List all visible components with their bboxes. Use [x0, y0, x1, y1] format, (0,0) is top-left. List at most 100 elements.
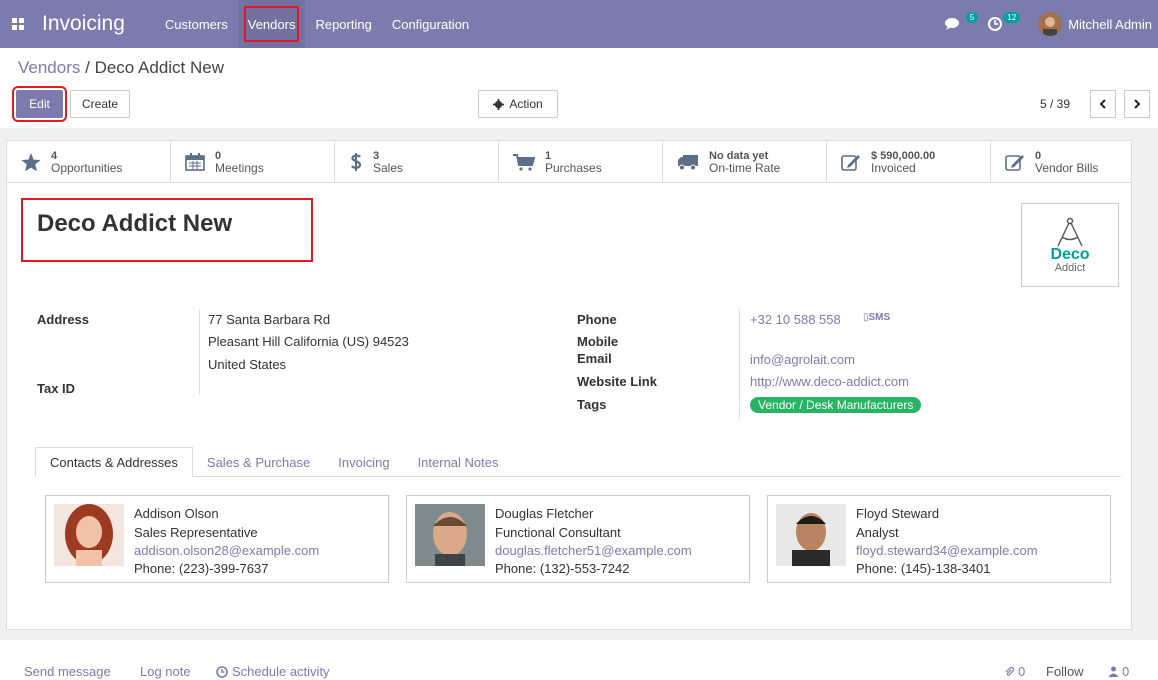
tax-id-label: Tax ID: [37, 381, 76, 396]
attachments-count: 0: [1018, 664, 1026, 679]
app-brand[interactable]: Invoicing: [42, 12, 125, 36]
send-message-button[interactable]: Send message: [24, 664, 111, 679]
activities-badge: 12: [1003, 12, 1021, 23]
contact-function: Analyst: [856, 525, 899, 540]
address-label: Address: [37, 312, 90, 327]
contact-phone: Phone: (132)-553-7242: [495, 561, 630, 576]
pager-value[interactable]: 5 / 39: [1040, 97, 1070, 111]
stat-invoiced[interactable]: $ 590,000.00 Invoiced: [827, 141, 991, 183]
stat-vendor-bills[interactable]: 0 Vendor Bills: [991, 141, 1131, 183]
contact-name: Douglas Fletcher: [495, 506, 594, 521]
tab-invoicing[interactable]: Invoicing: [324, 447, 403, 477]
action-button[interactable]: Action: [478, 90, 558, 118]
website-value[interactable]: http://www.deco-addict.com: [750, 374, 909, 389]
contact-name: Addison Olson: [134, 506, 219, 521]
chat-icon: [945, 18, 960, 30]
contact-email[interactable]: douglas.fletcher51@example.com: [495, 543, 692, 558]
smart-buttons: 4 Opportunities 0 Meetings 3 Sales 1 Purchas…: [7, 141, 1131, 183]
tab-sales-purchase[interactable]: Sales & Purchase: [193, 447, 324, 477]
notebook-tabs: Contacts & Addresses Sales & Purchase In…: [35, 447, 1121, 477]
menu-customers[interactable]: Customers: [155, 0, 238, 48]
contact-card[interactable]: Addison Olson Sales Representative addis…: [45, 495, 389, 583]
breadcrumb-vendors[interactable]: Vendors: [18, 58, 80, 77]
stat-label: Sales: [373, 161, 404, 175]
stat-sales[interactable]: 3 Sales: [335, 141, 499, 183]
user-name[interactable]: Mitchell Admin: [1068, 17, 1152, 32]
activities-button[interactable]: 12: [978, 0, 1021, 48]
apps-menu-icon[interactable]: [0, 0, 36, 48]
tab-contacts-addresses[interactable]: Contacts & Addresses: [35, 447, 193, 477]
followers-count: 0: [1122, 664, 1130, 679]
contact-photo: [415, 504, 485, 566]
field-divider: [739, 309, 740, 419]
schedule-activity-button[interactable]: Schedule activity: [216, 664, 330, 679]
compass-icon: [1057, 217, 1083, 246]
menu-reporting[interactable]: Reporting: [305, 0, 381, 48]
contact-email[interactable]: floyd.steward34@example.com: [856, 543, 1038, 558]
gear-icon: [493, 98, 505, 110]
breadcrumb-current: Deco Addict New: [94, 58, 225, 77]
contact-card[interactable]: Floyd Steward Analyst floyd.steward34@ex…: [767, 495, 1111, 583]
tags-label: Tags: [577, 397, 607, 412]
star-icon: [21, 152, 41, 171]
website-label: Website Link: [577, 374, 657, 389]
tab-internal-notes[interactable]: Internal Notes: [404, 447, 513, 477]
logo-text-addict: Addict: [1054, 261, 1086, 274]
stat-label: Meetings: [215, 161, 264, 175]
record-title: Deco Addict New: [21, 198, 313, 262]
tag-vendor-desk-manufacturers[interactable]: Vendor / Desk Manufacturers: [750, 397, 922, 413]
stat-opportunities[interactable]: 4 Opportunities: [7, 141, 171, 183]
action-label: Action: [509, 97, 543, 111]
email-value[interactable]: info@agrolait.com: [750, 352, 855, 367]
address-city[interactable]: Pleasant Hill California (US) 94523: [208, 334, 409, 349]
user-icon: [1108, 666, 1119, 677]
address-country[interactable]: United States: [208, 357, 286, 372]
mobile-label: Mobile: [577, 334, 619, 349]
systray: 5 12 Mitchell Admin: [936, 0, 1158, 48]
pencil-square-icon: [841, 155, 860, 171]
logo-text-deco: Deco: [1050, 245, 1090, 263]
stat-meetings[interactable]: 0 Meetings: [171, 141, 335, 183]
messages-badge: 5: [965, 12, 979, 23]
attachments-button[interactable]: 0: [1004, 664, 1025, 679]
followers-button[interactable]: 0: [1108, 664, 1129, 679]
paperclip-icon: [1005, 666, 1015, 676]
contact-photo: [776, 504, 846, 566]
field-divider: [199, 309, 200, 395]
sms-link[interactable]: ▯SMS: [863, 312, 890, 323]
stat-on-time-rate[interactable]: No data yet On-time Rate: [663, 141, 827, 183]
breadcrumb: Vendors / Deco Addict New: [18, 58, 224, 78]
address-street[interactable]: 77 Santa Barbara Rd: [208, 312, 330, 327]
stat-purchases[interactable]: 1 Purchases: [499, 141, 663, 183]
messages-button[interactable]: 5: [936, 0, 979, 48]
clock-icon: [988, 17, 1003, 31]
create-button[interactable]: Create: [70, 90, 130, 118]
stat-label: Purchases: [545, 161, 602, 175]
pager-next-button[interactable]: [1124, 90, 1150, 118]
contact-name: Floyd Steward: [856, 506, 940, 521]
email-label: Email: [577, 351, 612, 366]
dollar-icon: [351, 153, 362, 171]
pencil-square-icon: [1005, 155, 1024, 171]
phone-label: Phone: [577, 312, 617, 327]
sms-label: SMS: [868, 312, 891, 323]
contact-phone: Phone: (145)-138-3401: [856, 561, 991, 576]
contact-function: Sales Representative: [134, 525, 258, 540]
partner-logo[interactable]: Deco Addict: [1021, 203, 1119, 287]
pager-previous-button[interactable]: [1090, 90, 1116, 118]
edit-button[interactable]: Edit: [12, 86, 67, 122]
truck-icon: [678, 155, 698, 171]
chevron-left-icon: [1099, 99, 1106, 109]
log-note-button[interactable]: Log note: [140, 664, 191, 679]
menu-configuration[interactable]: Configuration: [382, 0, 479, 48]
calendar-icon: [185, 153, 205, 171]
follow-button[interactable]: Follow: [1046, 664, 1084, 679]
stat-label: Vendor Bills: [1035, 161, 1099, 175]
user-avatar[interactable]: [1038, 12, 1063, 36]
contact-email[interactable]: addison.olson28@example.com: [134, 543, 319, 558]
schedule-activity-label: Schedule activity: [232, 664, 330, 679]
chevron-right-icon: [1134, 99, 1141, 109]
contact-card[interactable]: Douglas Fletcher Functional Consultant d…: [406, 495, 750, 583]
phone-value[interactable]: +32 10 588 558: [750, 312, 841, 327]
menu-vendors[interactable]: Vendors: [237, 0, 306, 48]
